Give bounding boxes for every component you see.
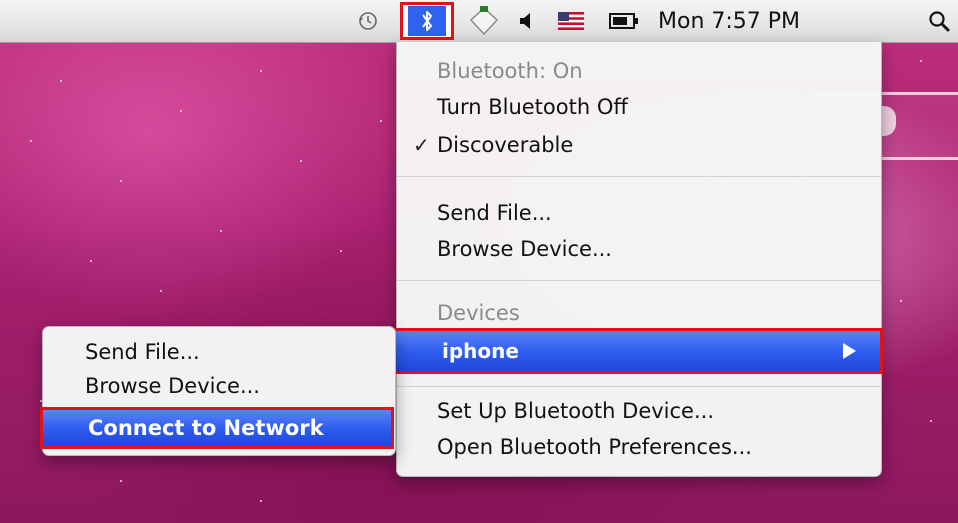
device-submenu: Send File... Browse Device... Connect to… (40, 326, 396, 456)
menu-separator (397, 176, 881, 177)
bluetooth-status: Bluetooth: On (437, 59, 583, 83)
menu-bar: Mon 7:57 PM (0, 0, 958, 43)
submenu-arrow-icon (843, 343, 856, 359)
submenu-send-file-item[interactable]: Send File... (43, 335, 395, 369)
us-flag-icon[interactable] (556, 0, 586, 42)
connect-to-network-item[interactable]: Connect to Network (40, 407, 394, 449)
browse-device-item[interactable]: Browse Device... (397, 232, 881, 266)
checkmark-icon: ✓ (413, 133, 430, 157)
devices-header: Devices (437, 301, 520, 325)
send-file-item[interactable]: Send File... (397, 196, 881, 230)
time-machine-icon[interactable] (354, 0, 382, 42)
spotlight-icon[interactable] (924, 0, 954, 42)
menu-separator (397, 386, 881, 387)
discoverable-item[interactable]: ✓ Discoverable (397, 128, 881, 162)
volume-icon[interactable] (514, 0, 538, 42)
open-bluetooth-preferences-item[interactable]: Open Bluetooth Preferences... (397, 430, 881, 464)
battery-icon[interactable] (604, 0, 644, 42)
device-name: iphone (442, 339, 519, 363)
menu-bar-clock[interactable]: Mon 7:57 PM (658, 0, 814, 42)
submenu-browse-device-item[interactable]: Browse Device... (43, 369, 395, 403)
bluetooth-menu: Bluetooth: On Turn Bluetooth Off ✓ Disco… (393, 42, 883, 477)
menu-separator (397, 280, 881, 281)
bluetooth-icon (408, 6, 446, 36)
discoverable-label: Discoverable (437, 133, 574, 157)
wifi-icon[interactable] (466, 0, 502, 42)
bluetooth-menu-button[interactable] (400, 2, 454, 40)
set-up-bluetooth-device-item[interactable]: Set Up Bluetooth Device... (397, 394, 881, 428)
device-item-iphone[interactable]: iphone (393, 328, 883, 374)
turn-bluetooth-off-item[interactable]: Turn Bluetooth Off (397, 90, 881, 124)
